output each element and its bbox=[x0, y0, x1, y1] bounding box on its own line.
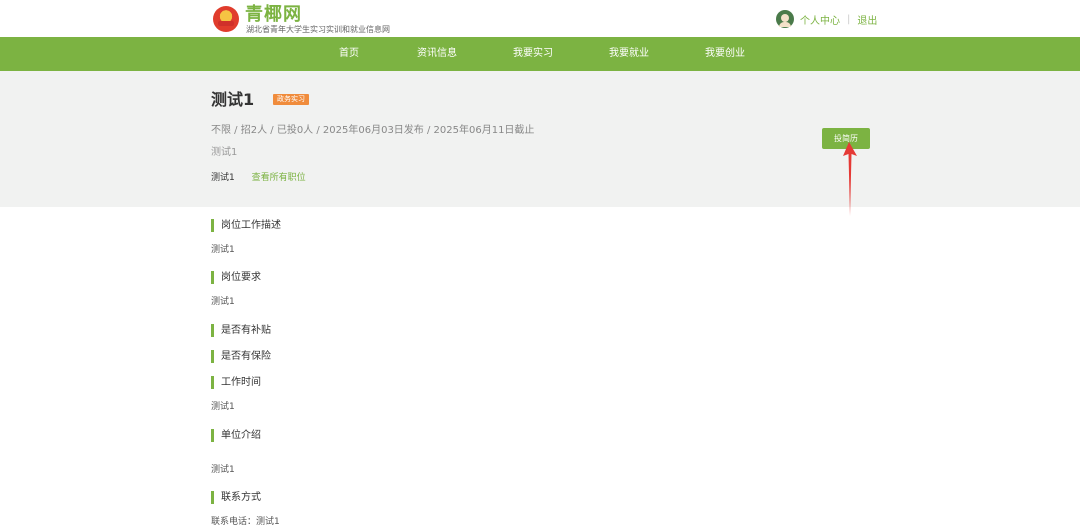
site-brand[interactable]: 青椰网 bbox=[245, 5, 302, 25]
section-body-work-time: 测试1 bbox=[211, 402, 235, 412]
all-positions-link[interactable]: 查看所有职位 bbox=[252, 173, 306, 183]
nav-item-news[interactable]: 资讯信息 bbox=[417, 37, 457, 71]
section-title-insurance: 是否有保险 bbox=[211, 350, 271, 363]
red-arrow-annotation bbox=[843, 142, 857, 216]
section-title-contact: 联系方式 bbox=[211, 491, 261, 504]
company-line: 测试1 查看所有职位 bbox=[211, 171, 306, 185]
section-title-subsidy: 是否有补贴 bbox=[211, 324, 271, 337]
main-nav: 首页 资讯信息 我要实习 我要就业 我要创业 bbox=[0, 37, 1080, 71]
company-name[interactable]: 测试1 bbox=[211, 173, 235, 183]
job-meta: 不限 / 招2人 / 已投0人 / 2025年06月03日发布 / 2025年0… bbox=[211, 125, 535, 136]
user-area: 个人中心 | 退出 bbox=[776, 10, 877, 28]
section-title-description: 岗位工作描述 bbox=[211, 219, 281, 232]
separator: | bbox=[847, 13, 851, 25]
user-center-link[interactable]: 个人中心 bbox=[800, 12, 840, 27]
section-title-unit-intro: 单位介绍 bbox=[211, 429, 261, 442]
site-tagline: 湖北省青年大学生实习实训和就业信息网 bbox=[246, 25, 390, 34]
section-body-unit-intro: 测试1 bbox=[211, 465, 235, 475]
site-header: 青椰网 湖北省青年大学生实习实训和就业信息网 个人中心 | 退出 bbox=[0, 0, 1080, 37]
section-body-requirements: 测试1 bbox=[211, 297, 235, 307]
job-type-badge: 政务实习 bbox=[273, 94, 309, 105]
nav-item-home[interactable]: 首页 bbox=[339, 37, 359, 71]
logout-link[interactable]: 退出 bbox=[857, 12, 877, 27]
section-title-requirements: 岗位要求 bbox=[211, 271, 261, 284]
section-body-description: 测试1 bbox=[211, 245, 235, 255]
nav-item-employment[interactable]: 我要就业 bbox=[609, 37, 649, 71]
logo-icon[interactable] bbox=[213, 6, 239, 32]
job-title: 测试1 bbox=[211, 90, 255, 109]
nav-item-startup[interactable]: 我要创业 bbox=[705, 37, 745, 71]
avatar-icon[interactable] bbox=[776, 10, 794, 28]
job-summary-panel: 测试1 政务实习 不限 / 招2人 / 已投0人 / 2025年06月03日发布… bbox=[0, 71, 1080, 207]
section-title-work-time: 工作时间 bbox=[211, 376, 261, 389]
section-body-contact: 联系电话：测试1 bbox=[211, 517, 280, 526]
job-subtitle: 测试1 bbox=[211, 147, 238, 158]
nav-item-internship[interactable]: 我要实习 bbox=[513, 37, 553, 71]
